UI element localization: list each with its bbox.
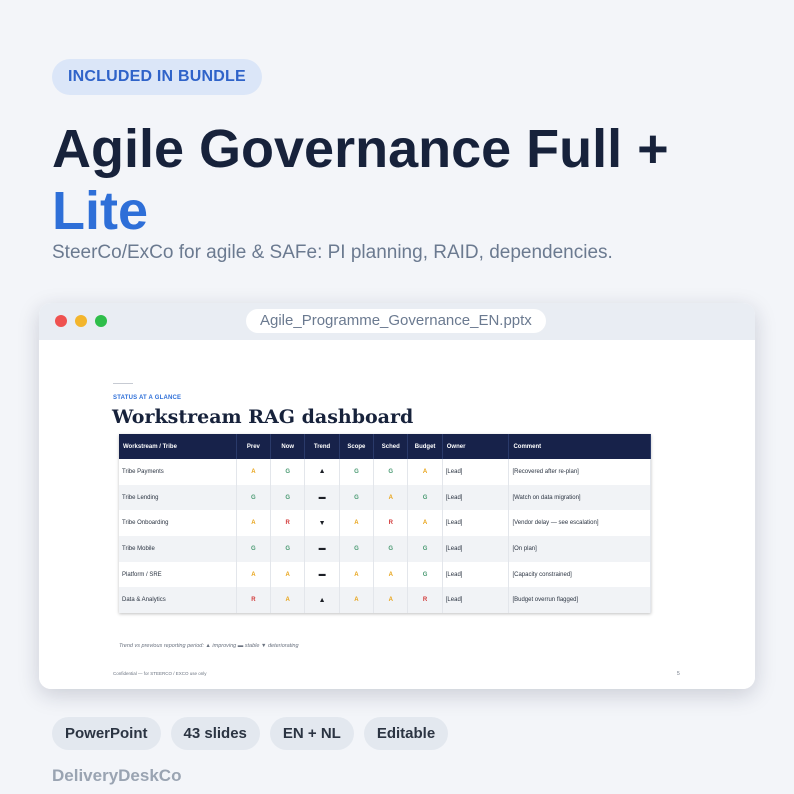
cell-comment: [Capacity constrained] [508, 561, 651, 588]
slide-preview: STATUS AT A GLANCE Workstream RAG dashbo… [39, 340, 755, 689]
cell-ws: Tribe Onboarding [119, 510, 237, 537]
cell-prev: G [236, 484, 272, 511]
col-header: Budget [407, 434, 443, 459]
bundle-badge: INCLUDED IN BUNDLE [52, 59, 262, 95]
cell-prev: G [236, 536, 272, 562]
cell-now: R [270, 510, 306, 537]
trend-legend: Trend vs previous reporting period: ▲ im… [119, 643, 299, 649]
cell-trend: ▬ [304, 561, 340, 588]
cell-budget: A [407, 459, 443, 485]
cell-prev: R [236, 587, 272, 614]
cell-comment: [Budget overrun flagged] [508, 587, 651, 614]
cell-comment: [On plan] [508, 536, 651, 562]
cell-now: G [270, 484, 306, 511]
rag-table-header: Workstream / Tribe Prev Now Trend Scope … [119, 434, 651, 459]
cell-ws: Tribe Lending [119, 484, 237, 511]
cell-sched: G [373, 536, 409, 562]
col-header: Comment [508, 434, 651, 459]
cell-owner: [Lead] [442, 536, 510, 562]
chip-slide-count: 43 slides [170, 717, 260, 750]
cell-ws: Tribe Payments [119, 459, 237, 485]
cell-sched: A [373, 561, 409, 588]
cell-ws: Tribe Mobile [119, 536, 237, 562]
cell-prev: A [236, 510, 272, 537]
cell-scope: A [339, 510, 375, 537]
cell-now: G [270, 536, 306, 562]
cell-scope: G [339, 536, 375, 562]
cell-owner: [Lead] [442, 484, 510, 511]
cell-now: A [270, 587, 306, 614]
product-subtitle: SteerCo/ExCo for agile & SAFe: PI planni… [52, 242, 613, 263]
slide-rule [113, 383, 133, 384]
cell-trend: ▬ [304, 536, 340, 562]
col-header: Trend [304, 434, 340, 459]
chip-format: PowerPoint [52, 717, 161, 750]
table-row: Tribe Payments A G ▲ G G A [Lead] [Recovered aft… [119, 459, 651, 485]
close-dot-icon[interactable] [55, 315, 67, 327]
cell-sched: R [373, 510, 409, 537]
cell-prev: A [236, 561, 272, 588]
col-header: Owner [442, 434, 510, 459]
cell-budget: A [407, 510, 443, 537]
cell-scope: G [339, 484, 375, 511]
cell-now: G [270, 459, 306, 485]
cell-owner: [Lead] [442, 587, 510, 614]
cell-ws: Data & Analytics [119, 587, 237, 614]
brand-name: DeliveryDeskCo [52, 766, 182, 785]
cell-scope: G [339, 459, 375, 485]
slide-title: Workstream RAG dashboard [112, 406, 414, 428]
col-header: Workstream / Tribe [119, 434, 237, 459]
rag-table-body: Tribe Payments A G ▲ G G A [Lead] [Recovered aft… [119, 459, 651, 614]
cell-prev: A [236, 459, 272, 485]
cell-comment: [Vendor delay — see escalation] [508, 510, 651, 537]
maximize-dot-icon[interactable] [95, 315, 107, 327]
cell-trend: ▲ [304, 459, 340, 485]
col-header: Scope [339, 434, 375, 459]
window-titlebar: Agile_Programme_Governance_EN.pptx [39, 303, 755, 340]
title-line-2: Lite [52, 181, 149, 241]
cell-sched: A [373, 484, 409, 511]
table-row: Platform / SRE A A ▬ A A G [Lead] [Capacity cons… [119, 561, 651, 588]
cell-scope: A [339, 587, 375, 614]
cell-ws: Platform / SRE [119, 561, 237, 588]
chip-editable: Editable [363, 717, 449, 750]
cell-comment: [Recovered after re-plan] [508, 459, 651, 485]
slide-page-number: 5 [677, 671, 680, 677]
cell-now: A [270, 561, 306, 588]
slide-eyebrow: STATUS AT A GLANCE [113, 395, 182, 401]
cell-owner: [Lead] [442, 561, 510, 588]
feature-chips: PowerPoint 43 slides EN + NL Editable [52, 717, 449, 750]
minimize-dot-icon[interactable] [75, 315, 87, 327]
table-row: Tribe Mobile G G ▬ G G G [Lead] [On plan] [119, 536, 651, 562]
cell-trend: ▲ [304, 587, 340, 614]
product-title: Agile Governance Full + Lite [52, 118, 669, 242]
cell-budget: R [407, 587, 443, 614]
col-header: Sched [373, 434, 409, 459]
cell-budget: G [407, 484, 443, 511]
cell-owner: [Lead] [442, 459, 510, 485]
chip-languages: EN + NL [269, 717, 354, 750]
col-header: Prev [236, 434, 272, 459]
cell-scope: A [339, 561, 375, 588]
cell-owner: [Lead] [442, 510, 510, 537]
cell-sched: G [373, 459, 409, 485]
table-row: Data & Analytics R A ▲ A A R [Lead] [Budget over… [119, 587, 651, 614]
cell-sched: A [373, 587, 409, 614]
rag-table: Workstream / Tribe Prev Now Trend Scope … [119, 434, 651, 614]
cell-budget: G [407, 561, 443, 588]
table-row: Tribe Onboarding A R ▼ A R A [Lead] [Vendor dela… [119, 510, 651, 537]
table-row: Tribe Lending G G ▬ G A G [Lead] [Watch on data … [119, 484, 651, 511]
cell-budget: G [407, 536, 443, 562]
preview-window: Agile_Programme_Governance_EN.pptx STATU… [39, 303, 755, 689]
slide-footer-confidential: Confidential — for STEERCO / EXCO use on… [113, 671, 207, 676]
cell-trend: ▼ [304, 510, 340, 537]
window-filename: Agile_Programme_Governance_EN.pptx [246, 309, 546, 333]
title-line-1: Agile Governance Full + [52, 119, 669, 179]
col-header: Now [270, 434, 306, 459]
cell-trend: ▬ [304, 484, 340, 511]
cell-comment: [Watch on data migration] [508, 484, 651, 511]
